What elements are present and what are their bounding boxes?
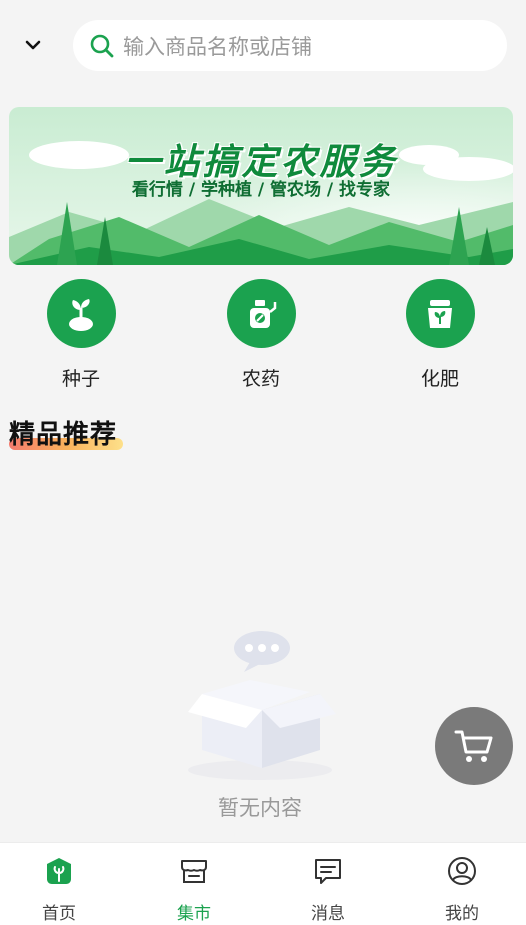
search-input[interactable]: 输入商品名称或店铺 bbox=[123, 31, 312, 61]
category-circle bbox=[405, 279, 475, 348]
tab-home[interactable]: 首页 bbox=[14, 855, 104, 924]
section-title-text: 精品推荐 bbox=[9, 420, 118, 450]
fertilizer-icon bbox=[428, 299, 452, 328]
section-title: 精品推荐 bbox=[9, 414, 123, 451]
tab-market[interactable]: 集市 bbox=[149, 855, 239, 924]
banner-subtitle: 看行情 / 学种植 / 管农场 / 找专家 bbox=[131, 180, 391, 200]
search-icon bbox=[90, 34, 114, 57]
category-pesticide[interactable]: 农药 bbox=[206, 279, 316, 391]
cart-button[interactable] bbox=[435, 707, 513, 785]
pesticide-icon bbox=[250, 299, 277, 328]
tab-label: 消息 bbox=[311, 904, 345, 924]
cart-icon bbox=[454, 730, 493, 762]
tab-label: 首页 bbox=[42, 904, 76, 924]
tab-label: 集市 bbox=[177, 904, 211, 924]
promo-banner[interactable]: 一站搞定农服务 看行情 / 学种植 / 管农场 / 找专家 bbox=[9, 107, 513, 265]
bottom-tab-bar: 首页 集市 消息 我的 bbox=[0, 842, 526, 925]
category-label: 种子 bbox=[61, 368, 100, 390]
header: 输入商品名称或店铺 bbox=[0, 0, 526, 92]
category-seeds[interactable]: 种子 bbox=[26, 279, 136, 391]
category-fertilizer[interactable]: 化肥 bbox=[385, 279, 495, 391]
empty-state: 暂无内容 bbox=[180, 628, 340, 828]
tab-label: 我的 bbox=[445, 904, 479, 924]
chevron-down-icon bbox=[25, 40, 41, 50]
location-dropdown[interactable] bbox=[18, 30, 48, 60]
message-icon bbox=[315, 859, 341, 884]
category-label: 农药 bbox=[241, 368, 280, 390]
home-icon bbox=[47, 858, 71, 884]
empty-box-icon bbox=[188, 631, 336, 780]
app-page: 输入商品名称或店铺 一站搞定农服务 看行情 / 学种植 / 管农场 / 找专家 … bbox=[0, 0, 526, 925]
tab-messages[interactable]: 消息 bbox=[283, 855, 373, 924]
category-label: 化肥 bbox=[420, 368, 459, 390]
search-bar[interactable]: 输入商品名称或店铺 bbox=[73, 20, 507, 71]
category-row: 种子 农药 化肥 bbox=[0, 279, 526, 394]
store-icon bbox=[181, 860, 207, 883]
category-circle bbox=[226, 279, 296, 348]
empty-state-text: 暂无内容 bbox=[218, 796, 302, 820]
user-icon bbox=[448, 857, 476, 885]
seed-icon bbox=[69, 298, 93, 331]
tab-profile[interactable]: 我的 bbox=[417, 855, 507, 924]
category-circle bbox=[46, 279, 116, 348]
